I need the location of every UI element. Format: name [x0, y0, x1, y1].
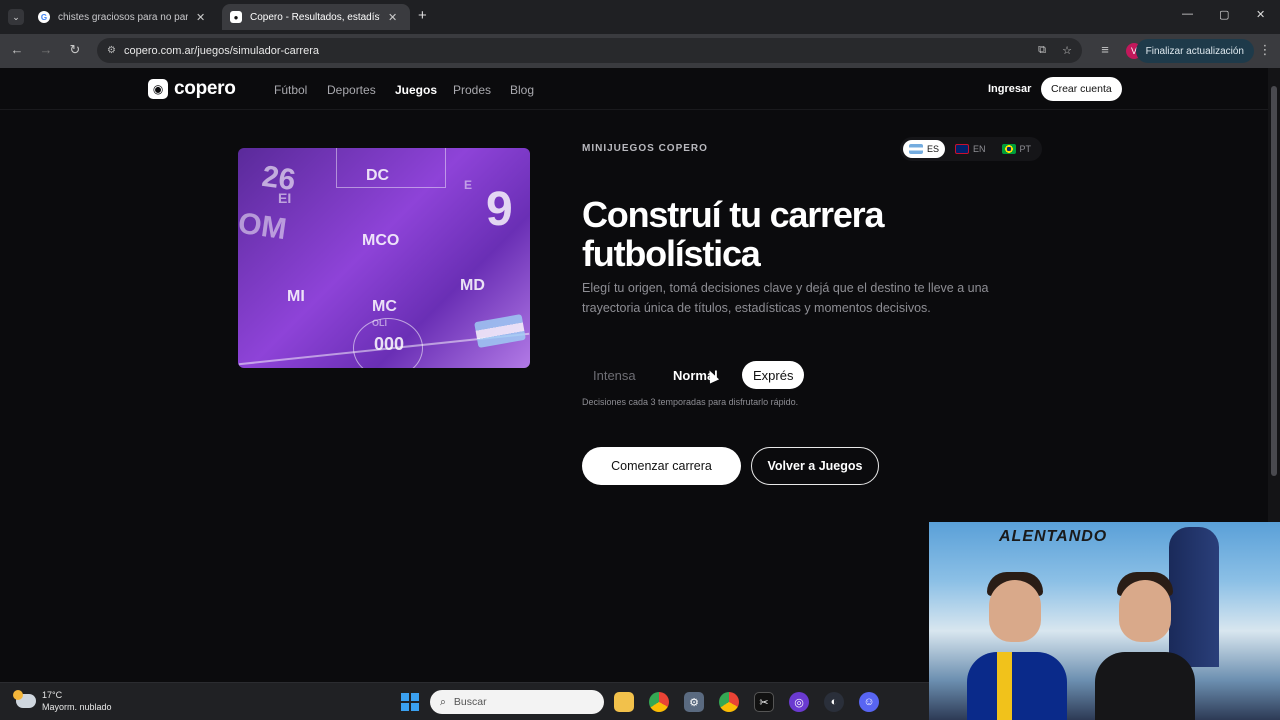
language-option-pt[interactable]: PT	[996, 140, 1038, 158]
browser-toolbar: ← → ↻ ⚙ copero.com.ar/juegos/simulador-c…	[0, 34, 1280, 68]
weather-widget[interactable]: 17°C Mayorm. nublado	[13, 689, 112, 713]
taskbar-search[interactable]: ⌕ Buscar	[430, 690, 604, 714]
reload-icon[interactable]: ↻	[66, 42, 84, 58]
language-switcher: ES EN PT	[900, 137, 1042, 161]
settings-gear-icon[interactable]: ⚙	[684, 692, 704, 712]
site-info-icon[interactable]: ⚙	[107, 45, 116, 56]
streamer-right	[1089, 572, 1199, 720]
tab-title: Copero - Resultados, estadísticas	[250, 11, 380, 23]
position-fragment: OM	[238, 206, 289, 247]
install-app-icon[interactable]: ⧉	[1038, 44, 1046, 57]
argentina-flag-blur	[474, 314, 526, 348]
steam-icon[interactable]: ◐	[824, 692, 844, 712]
copero-favicon-icon: ●	[230, 11, 242, 23]
jersey	[967, 652, 1067, 720]
search-placeholder: Buscar	[453, 696, 487, 708]
career-hero-image: DC MCO MI MC MD 26 9 000 EI OM E OLI	[238, 148, 530, 368]
webcam-overlay: ALENTANDO	[929, 522, 1280, 720]
tab-search-icon[interactable]: ≡	[1096, 42, 1114, 57]
copero-logo[interactable]: ◉ copero	[148, 78, 236, 100]
nav-link-futbol[interactable]: Fútbol	[274, 83, 307, 97]
back-arrow-icon[interactable]: ←	[8, 42, 26, 57]
update-browser-button[interactable]: Finalizar actualización	[1135, 39, 1254, 63]
windows-taskbar: 17°C Mayorm. nublado ⌕ Buscar ⚙ ✂ ◎ ◐ ☺	[0, 682, 929, 720]
maximize-icon[interactable]: ▢	[1219, 8, 1229, 21]
nav-link-deportes[interactable]: Deportes	[327, 83, 376, 97]
argentina-flag-icon	[909, 144, 923, 154]
copero-logo-icon: ◉	[148, 79, 168, 99]
bookmark-star-icon[interactable]: ☆	[1062, 44, 1072, 57]
uk-flag-icon	[955, 144, 970, 154]
page-scrollbar-thumb[interactable]	[1271, 86, 1277, 476]
search-icon: ⌕	[440, 695, 446, 708]
language-code: EN	[973, 144, 986, 154]
nav-link-prodes[interactable]: Prodes	[453, 83, 491, 97]
logo-text: copero	[174, 78, 236, 99]
close-window-icon[interactable]: ✕	[1256, 8, 1265, 21]
face	[1119, 580, 1171, 642]
position-fragment: OLI	[372, 318, 387, 328]
streamer-left	[967, 572, 1067, 720]
language-code: PT	[1019, 144, 1032, 154]
mode-description: Decisiones cada 3 temporadas para disfru…	[582, 397, 799, 407]
close-tab-icon[interactable]: ✕	[388, 11, 397, 24]
player-number: 9	[486, 183, 513, 236]
forward-arrow-icon[interactable]: →	[37, 42, 55, 57]
windows-start-icon[interactable]	[400, 692, 420, 712]
position-md: MD	[460, 277, 485, 294]
tab-title: chistes graciosos para no parar	[58, 11, 188, 23]
nav-link-blog[interactable]: Blog	[510, 83, 534, 97]
brazil-flag-icon	[1001, 144, 1016, 154]
page-description: Elegí tu origen, tomá decisiones clave y…	[582, 281, 989, 315]
pitch-box	[336, 148, 446, 188]
cloudy-weather-icon	[13, 690, 36, 708]
tab-list-chevron-icon[interactable]: ⌄	[8, 9, 24, 25]
position-mc: MC	[372, 298, 397, 315]
mode-option-intensa[interactable]: Intensa	[582, 361, 647, 389]
position-mco: MCO	[362, 232, 400, 249]
start-career-button[interactable]: Comenzar carrera	[582, 447, 741, 485]
nav-link-juegos[interactable]: Juegos	[395, 83, 437, 97]
player-number: 000	[374, 334, 405, 354]
page-title: Construí tu carrera futbolística	[582, 195, 1002, 273]
address-bar[interactable]: ⚙ copero.com.ar/juegos/simulador-carrera…	[97, 38, 1082, 63]
obs-icon[interactable]: ◎	[789, 692, 809, 712]
position-mi: MI	[287, 288, 305, 305]
discord-icon[interactable]: ☺	[859, 692, 879, 712]
headline-line-2: futbolística	[582, 233, 761, 274]
new-tab-button[interactable]: +	[418, 7, 427, 24]
signup-button[interactable]: Crear cuenta	[1041, 77, 1122, 101]
login-link[interactable]: Ingresar	[988, 83, 1031, 95]
back-to-games-button[interactable]: Volver a Juegos	[751, 447, 879, 485]
browser-tab-bar: ⌄ G chistes graciosos para no parar ✕ ● …	[0, 0, 1280, 34]
language-option-es[interactable]: ES	[903, 140, 946, 158]
url-text: copero.com.ar/juegos/simulador-carrera	[123, 44, 319, 57]
browser-tab-active[interactable]: ● Copero - Resultados, estadísticas ✕	[222, 4, 410, 30]
minimize-icon[interactable]: —	[1182, 8, 1193, 20]
headline-line-1: Construí tu carrera	[582, 194, 884, 235]
language-option-en[interactable]: EN	[949, 140, 992, 158]
hoodie	[1095, 652, 1195, 720]
close-tab-icon[interactable]: ✕	[196, 11, 205, 24]
section-eyebrow: MINIJUEGOS COPERO	[582, 143, 708, 154]
mode-option-normal[interactable]: Normal	[662, 361, 729, 389]
position-fragment: E	[464, 178, 473, 192]
position-fragment: EI	[278, 190, 292, 206]
more-menu-icon[interactable]: ⋮	[1256, 42, 1274, 58]
chrome-icon[interactable]	[649, 692, 669, 712]
webcam-banner-text: ALENTANDO	[999, 528, 1108, 545]
weather-temp: 17°C	[42, 690, 63, 700]
chrome-profile-icon[interactable]	[719, 692, 739, 712]
mode-option-expres[interactable]: Exprés	[742, 361, 805, 389]
position-dc: DC	[366, 167, 390, 184]
browser-tab[interactable]: G chistes graciosos para no parar ✕	[30, 4, 218, 30]
google-icon: G	[38, 11, 50, 23]
language-code: ES	[927, 144, 940, 154]
face	[989, 580, 1041, 642]
weather-desc: Mayorm. nublado	[42, 702, 112, 712]
site-navbar: ◉ copero Fútbol Deportes Juegos Prodes B…	[0, 68, 1268, 110]
capcut-icon[interactable]: ✂	[754, 692, 774, 712]
file-explorer-icon[interactable]	[614, 692, 634, 712]
